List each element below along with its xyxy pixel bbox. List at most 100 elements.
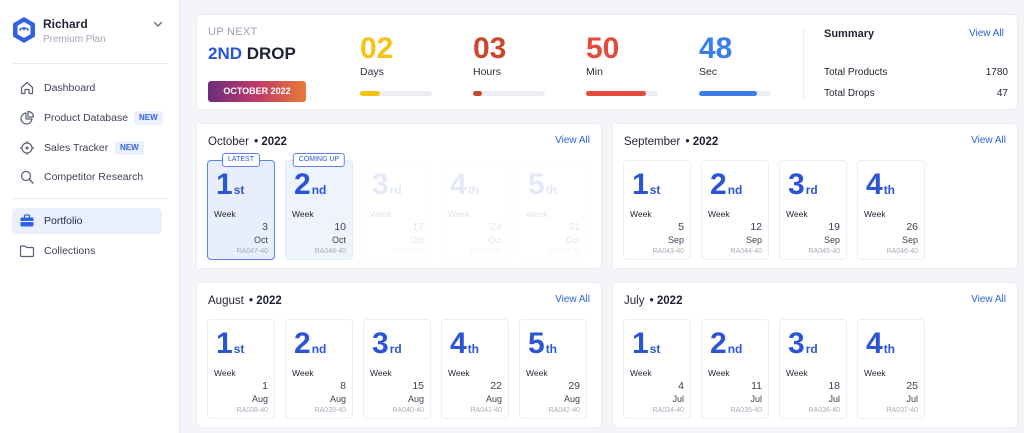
target-icon: [20, 141, 34, 155]
summary-row-total-products: Total Products 1780: [824, 67, 1008, 78]
countdown-unit: Sec: [699, 66, 718, 78]
week-ordinal: 3: [372, 327, 389, 360]
month-name: October: [208, 136, 249, 148]
week-card[interactable]: COMING UP 2nd Week 10 Oct RA048-40: [285, 153, 353, 260]
sidebar-divider: [12, 198, 168, 199]
week-number: 2nd: [294, 328, 326, 365]
week-drop-code: RA038-40: [236, 407, 268, 414]
week-month: Sep: [823, 235, 840, 245]
week-ordinal: 5: [528, 327, 545, 360]
week-drop-code: RA034-40: [652, 407, 684, 414]
week-drop-code: RA048-40: [314, 248, 346, 255]
week-number: 4th: [450, 169, 479, 206]
week-card[interactable]: 2nd Week 8 Aug RA039-40: [285, 319, 353, 419]
week-drop-code: RA049-40: [392, 248, 424, 255]
week-card[interactable]: 3rd Week 17 Oct RA049-40: [363, 160, 431, 260]
week-month: Jul: [672, 394, 684, 404]
week-ordinal: 4: [866, 327, 883, 360]
week-label: Week: [864, 368, 886, 378]
week-number: 2nd: [710, 328, 742, 365]
countdown-value: 48: [699, 32, 733, 65]
week-ordinal-suffix: th: [467, 342, 480, 356]
chevron-down-icon[interactable]: [152, 18, 164, 30]
month-view-all-link[interactable]: View All: [555, 135, 590, 146]
week-drop-code: RA050-40: [470, 248, 502, 255]
sidebar-item-competitor-research[interactable]: Competitor Research: [12, 164, 162, 190]
sidebar-divider: [12, 63, 168, 64]
week-card[interactable]: LATEST 1st Week 3 Oct RA047-40: [207, 153, 275, 260]
week-card[interactable]: 4th Week 22 Aug RA041-40: [441, 319, 509, 419]
week-month: Oct: [331, 235, 346, 245]
summary-view-all-link[interactable]: View All: [969, 28, 1004, 39]
countdown-seconds: 48 Sec: [699, 32, 773, 96]
month-title: July • 2022: [624, 295, 682, 307]
week-ordinal-suffix: th: [883, 183, 896, 197]
week-day: 19: [828, 221, 840, 233]
week-ordinal: 1: [632, 327, 649, 360]
week-ordinal: 4: [450, 327, 467, 360]
user-menu[interactable]: Richard Premium Plan: [12, 14, 168, 50]
week-card[interactable]: 1st Week 5 Sep RA043-40: [623, 160, 691, 260]
week-card[interactable]: 3rd Week 18 Jul RA036-40: [779, 319, 847, 419]
week-month: Oct: [409, 235, 424, 245]
countdown-progress-fill: [360, 91, 381, 96]
month-title: September • 2022: [624, 136, 718, 148]
week-drop-code: RA044-40: [730, 248, 762, 255]
up-next-card: UP NEXT 2ND DROP OCTOBER 2022 02 Days 03…: [196, 14, 1018, 110]
week-card[interactable]: 3rd Week 19 Sep RA045-40: [779, 160, 847, 260]
week-day: 3: [262, 221, 268, 233]
week-month: Jul: [906, 394, 918, 404]
week-month: Oct: [487, 235, 502, 245]
sidebar-item-sales-tracker[interactable]: Sales Tracker NEW: [12, 135, 162, 161]
week-card[interactable]: 2nd Week 12 Sep RA044-40: [701, 160, 769, 260]
week-card[interactable]: 5th Week 31 Oct RA051-40: [519, 160, 587, 260]
week-ordinal-suffix: th: [467, 183, 480, 197]
month-view-all-link[interactable]: View All: [971, 294, 1006, 305]
week-ordinal: 5: [528, 168, 545, 201]
month-button[interactable]: OCTOBER 2022: [208, 81, 306, 102]
user-name: Richard: [43, 17, 88, 31]
week-ordinal: 3: [788, 327, 805, 360]
week-day: 25: [906, 380, 918, 392]
week-card[interactable]: 4th Week 25 Jul RA037-40: [857, 319, 925, 419]
week-card[interactable]: 4th Week 24 Oct RA050-40: [441, 160, 509, 260]
week-card[interactable]: 3rd Week 15 Aug RA040-40: [363, 319, 431, 419]
countdown-value: 50: [586, 32, 620, 65]
sidebar-item-portfolio[interactable]: Portfolio: [12, 208, 162, 234]
week-number: 2nd: [294, 169, 326, 206]
summary-label: Total Products: [824, 67, 888, 78]
week-month: Jul: [828, 394, 840, 404]
week-day: 11: [751, 380, 762, 392]
week-ordinal: 2: [294, 327, 311, 360]
sidebar-item-label: Product Database: [44, 112, 129, 124]
month-panel-july: July • 2022 View All 1st Week 4 Jul RA034-40 2n…: [612, 282, 1018, 428]
week-card[interactable]: 1st Week 1 Aug RA038-40: [207, 319, 275, 419]
week-label: Week: [786, 209, 808, 219]
week-drop-code: RA046-40: [886, 248, 918, 255]
week-card[interactable]: 5th Week 29 Aug RA042-40: [519, 319, 587, 419]
week-ordinal: 2: [710, 168, 727, 201]
drop-label: DROP: [246, 44, 296, 63]
week-number: 4th: [866, 328, 895, 365]
week-ordinal: 3: [788, 168, 805, 201]
week-card[interactable]: 2nd Week 11 Jul RA035-40: [701, 319, 769, 419]
week-ordinal-suffix: st: [649, 342, 661, 356]
sidebar-item-dashboard[interactable]: Dashboard: [12, 75, 162, 101]
week-label: Week: [292, 209, 314, 219]
week-drop-code: RA051-40: [548, 248, 580, 255]
week-day: 4: [678, 380, 684, 392]
week-label: Week: [292, 368, 314, 378]
sidebar-item-product-database[interactable]: Product Database NEW: [12, 105, 163, 131]
month-view-all-link[interactable]: View All: [971, 135, 1006, 146]
week-ordinal-suffix: nd: [727, 183, 743, 197]
month-year: • 2022: [649, 295, 683, 307]
sidebar-item-collections[interactable]: Collections: [12, 238, 162, 264]
month-panel-october: October • 2022 View All LATEST 1st Week 3 Oct R…: [196, 123, 602, 269]
week-card[interactable]: 4th Week 26 Sep RA046-40: [857, 160, 925, 260]
sidebar-item-label: Portfolio: [44, 215, 83, 227]
week-card[interactable]: 1st Week 4 Jul RA034-40: [623, 319, 691, 419]
up-next-label: UP NEXT: [208, 26, 258, 38]
month-name: August: [208, 295, 244, 307]
month-view-all-link[interactable]: View All: [555, 294, 590, 305]
countdown-value: 03: [473, 32, 507, 65]
